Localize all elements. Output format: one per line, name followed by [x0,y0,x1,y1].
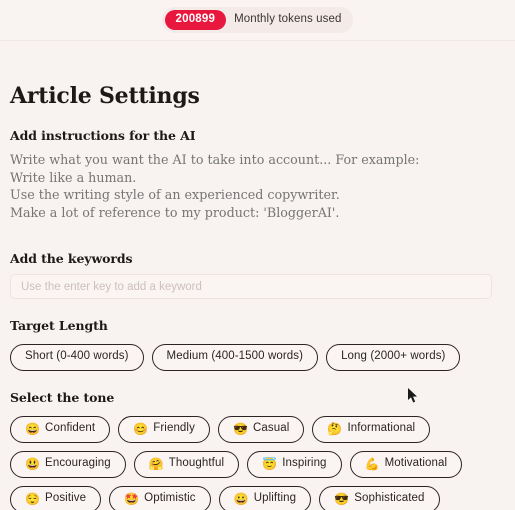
target-length-options: Short (0-400 words) Medium (400-1500 wor… [10,344,505,371]
hugging-face-icon: 🤗 [148,456,164,471]
tone-row-1: 😄 Confident 😊 Friendly 😎 Casual 🤔 Inform… [10,415,505,443]
token-usage-label: Monthly tokens used [234,13,342,26]
sunglasses-face-icon: 😎 [232,421,248,436]
target-length-label: Target Length [10,318,108,333]
tone-chip-informational-label: Informational [347,421,416,434]
tone-chip-sophisticated[interactable]: 😎 Sophisticated [319,485,440,510]
instructions-textarea[interactable] [10,151,505,227]
tone-chip-inspiring-label: Inspiring [282,456,327,469]
top-token-bar: 200899 Monthly tokens used [0,0,515,41]
target-length-short[interactable]: Short (0-400 words) [10,344,144,371]
thinking-face-icon: 🤔 [327,421,343,436]
tone-chip-confident-label: Confident [45,421,96,434]
tone-chip-thoughtful-label: Thoughtful [168,456,225,469]
tone-chip-confident[interactable]: 😄 Confident [10,415,111,443]
tone-chip-motivational-label: Motivational [384,456,448,469]
tone-row-3: 😌 Positive 🤩 Optimistic 😀 Uplifting 😎 So… [10,485,505,510]
relieved-face-icon: 😌 [25,491,41,506]
tone-chip-friendly-label: Friendly [153,421,195,434]
instructions-label: Add instructions for the AI [10,128,196,143]
tone-chip-informational[interactable]: 🤔 Informational [312,415,431,443]
tone-chip-casual[interactable]: 😎 Casual [217,415,305,443]
keywords-label: Add the keywords [10,251,133,266]
tone-chip-friendly[interactable]: 😊 Friendly [118,415,210,443]
grinning-face-open-icon: 😀 [233,491,249,506]
star-struck-face-icon: 🤩 [124,491,140,506]
tone-chip-positive-label: Positive [45,491,87,504]
flexed-biceps-icon: 💪 [364,456,380,471]
grinning-face-big-eyes-icon: 😃 [25,456,41,471]
keyword-input[interactable] [10,274,492,299]
settings-content: Article Settings Add instructions for th… [0,83,515,510]
target-length-long-label: Long (2000+ words) [341,350,446,362]
page-title: Article Settings [10,83,200,109]
tone-chip-encouraging-label: Encouraging [45,456,111,469]
tone-row-2: 😃 Encouraging 🤗 Thoughtful 😇 Inspiring 💪… [10,450,505,478]
target-length-short-label: Short (0-400 words) [25,350,129,362]
target-length-medium-label: Medium (400-1500 words) [166,350,304,362]
tone-chip-uplifting-label: Uplifting [253,491,297,504]
tone-label: Select the tone [10,389,115,405]
tone-chip-sophisticated-label: Sophisticated [354,491,425,504]
tone-chip-optimistic-label: Optimistic [144,491,196,504]
tone-chip-uplifting[interactable]: 😀 Uplifting [218,485,312,510]
tone-chip-thoughtful[interactable]: 🤗 Thoughtful [133,450,240,478]
halo-face-icon: 😇 [262,456,278,471]
tone-chip-optimistic[interactable]: 🤩 Optimistic [109,485,211,510]
smiling-face-icon: 😊 [133,421,149,436]
tone-chip-motivational[interactable]: 💪 Motivational [349,450,463,478]
tone-chip-casual-label: Casual [252,421,290,434]
target-length-medium[interactable]: Medium (400-1500 words) [151,344,319,371]
grinning-face-icon: 😄 [25,421,41,436]
token-usage-pill: 200899 Monthly tokens used [161,6,354,34]
tone-chip-positive[interactable]: 😌 Positive [10,485,102,510]
tone-chip-encouraging[interactable]: 😃 Encouraging [10,450,126,478]
target-length-long[interactable]: Long (2000+ words) [326,344,461,371]
cool-face-icon: 😎 [334,491,350,506]
token-count-badge: 200899 [164,9,227,31]
tone-chip-inspiring[interactable]: 😇 Inspiring [247,450,342,478]
